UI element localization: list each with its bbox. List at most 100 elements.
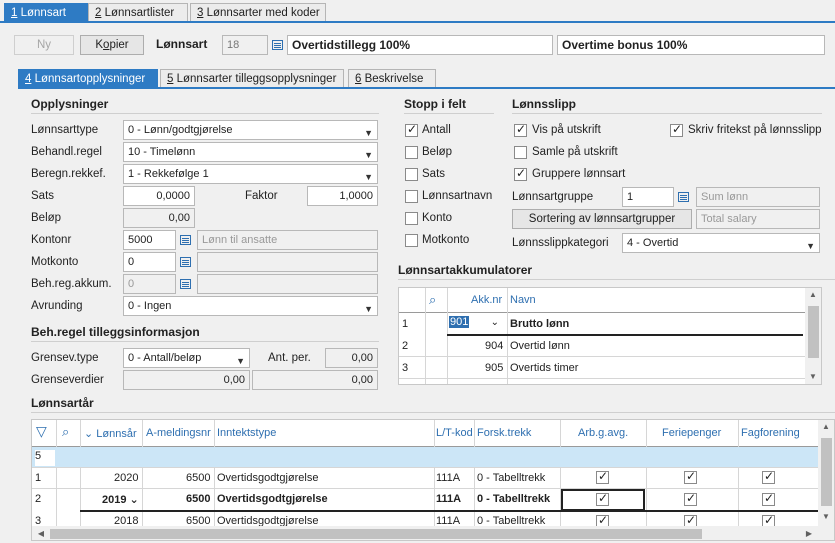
gruppe-field[interactable]: 1	[622, 187, 674, 207]
col-lonnsar[interactable]: ⌄ Lønnsår	[84, 427, 137, 440]
kontonr-lookup-icon[interactable]	[176, 230, 194, 250]
lonnsart-label: Lønnsart	[156, 37, 208, 51]
row-number: 2	[402, 340, 409, 352]
lt-cell: 111A	[436, 472, 461, 484]
scroll-thumb[interactable]	[50, 529, 702, 539]
attachment-icon[interactable]: ⌕	[62, 424, 69, 440]
stopp-lonnsartnavn-checkbox[interactable]	[405, 190, 418, 203]
scroll-thumb[interactable]	[821, 438, 832, 506]
feriepenger-checkbox[interactable]	[684, 491, 697, 506]
col-navn[interactable]: Navn	[510, 294, 536, 306]
scroll-down-icon[interactable]: ▼	[819, 512, 833, 521]
akk-nr: 905	[485, 362, 504, 374]
year-cell: 2020	[114, 472, 139, 484]
fagforening-checkbox[interactable]	[762, 469, 775, 484]
col-fagforening[interactable]: Fagforening	[741, 427, 800, 439]
scroll-thumb[interactable]	[808, 306, 819, 358]
lonnsart-id-field[interactable]: 18	[222, 35, 268, 55]
stopp-motkonto-checkbox[interactable]	[405, 234, 418, 247]
stopp-sats-checkbox[interactable]	[405, 168, 418, 181]
col-akknr[interactable]: Akk.nr	[471, 294, 502, 306]
tab-lonnsartopplysninger[interactable]: 4 Lønnsartopplysninger	[18, 69, 158, 88]
scroll-up-icon[interactable]: ▲	[806, 290, 820, 299]
motkonto-lookup-icon[interactable]	[176, 252, 194, 272]
stopp-konto-checkbox[interactable]	[405, 212, 418, 225]
col-arbg[interactable]: Arb.g.avg.	[578, 427, 628, 439]
akk-edit-cell[interactable]: 901 ⌄	[449, 316, 505, 332]
attachment-icon[interactable]: ⌕	[429, 292, 436, 308]
kategori-select[interactable]: 4 - Overtid ▼	[622, 233, 820, 253]
vis-checkbox[interactable]	[514, 122, 527, 137]
row-number: 1	[402, 318, 409, 330]
akkumulatorer-title: Lønnsartakkumulatorer	[398, 263, 533, 277]
lonnsartar-hscrollbar[interactable]: ◀ ▶	[32, 526, 834, 540]
copy-button[interactable]: Kopier	[80, 35, 144, 55]
filter-icon[interactable]: ▽	[36, 423, 47, 440]
kontonr-field[interactable]: 5000	[123, 230, 176, 250]
tab-lonnsart[interactable]: 1 Lønnsart	[4, 3, 88, 22]
stopp-divider	[404, 113, 494, 114]
akk-navn: Overtids timer	[510, 362, 579, 374]
grense2-field[interactable]: 0,00	[252, 370, 378, 390]
scroll-right-icon[interactable]: ▶	[802, 529, 816, 538]
forsk-cell: 0 - Tabelltrekk	[477, 472, 546, 484]
col-forsk[interactable]: Forsk.trekk	[477, 427, 531, 439]
gruppere-checkbox[interactable]	[514, 166, 527, 181]
stopp-belop-checkbox[interactable]	[405, 146, 418, 159]
feriepenger-checkbox[interactable]	[684, 469, 697, 484]
scroll-left-icon[interactable]: ◀	[34, 529, 48, 538]
tab-lonnsarter-tilleggsopplysninger[interactable]: 5 Lønnsarter tilleggsopplysninger	[160, 69, 344, 88]
arbg-checkbox[interactable]	[596, 491, 609, 506]
lonnsart-name-en-field[interactable]: Overtime bonus 100%	[557, 35, 825, 55]
behreg-lookup-icon[interactable]	[176, 274, 194, 294]
col-inntektstype[interactable]: Inntektstype	[217, 427, 276, 439]
tab-lonnsarter-med-koder[interactable]: 3 Lønnsarter med koder	[190, 3, 326, 22]
arbg-checkbox[interactable]	[596, 469, 609, 484]
new-row[interactable]	[32, 447, 818, 467]
lonnsart-lookup-icon[interactable]	[268, 35, 286, 55]
row-number: 2	[35, 493, 42, 505]
antper-field[interactable]: 0,00	[325, 348, 378, 368]
chevron-down-icon: ▼	[364, 128, 373, 138]
scroll-up-icon[interactable]: ▲	[819, 422, 833, 431]
fagforening-checkbox[interactable]	[762, 491, 775, 506]
faktor-field[interactable]: 1,0000	[307, 186, 378, 206]
grenseverdier-label: Grenseverdier	[31, 374, 104, 386]
lonnsartar-vscrollbar[interactable]: ▲ ▼	[818, 420, 834, 526]
stopp-antall-checkbox[interactable]	[405, 122, 418, 137]
scroll-down-icon[interactable]: ▼	[806, 372, 820, 381]
lt-cell: 111A	[436, 493, 462, 505]
chevron-down-icon: ▼	[236, 356, 245, 366]
samle-checkbox[interactable]	[514, 146, 527, 159]
behreg-field[interactable]: 0	[123, 274, 176, 294]
chevron-down-icon: ⌄	[129, 494, 139, 506]
grense1-field[interactable]: 0,00	[123, 370, 250, 390]
akkumulatorer-grid: ⌕ Akk.nr Navn 1 901 ⌄ Brutto lønn 2 904 …	[398, 287, 822, 385]
sortering-button[interactable]: Sortering av lønnsartgrupper	[512, 209, 692, 229]
samle-label: Samle på utskrift	[532, 146, 618, 158]
stopp-belop-label: Beløp	[422, 146, 453, 158]
sats-field[interactable]: 0,0000	[123, 186, 195, 206]
lonnsart-name-no-field[interactable]: Overtidstillegg 100%	[287, 35, 553, 55]
chevron-down-icon: ▼	[364, 304, 373, 314]
col-amelding[interactable]: A-meldingsnr	[146, 427, 211, 439]
grensev-select[interactable]: 0 - Antall/beløp ▼	[123, 348, 250, 368]
belop-label: Beløp	[31, 212, 62, 224]
vis-label: Vis på utskrift	[532, 124, 601, 136]
gruppe-lookup-icon[interactable]	[674, 187, 692, 207]
skriv-fritekst-checkbox[interactable]	[670, 122, 683, 137]
col-feriepenger[interactable]: Feriepenger	[662, 427, 721, 439]
motkonto-desc-field	[197, 252, 378, 272]
tab-lonnsartlister[interactable]: 2 Lønnsartlister	[88, 3, 188, 22]
tab-beskrivelse[interactable]: 6 Beskrivelse	[348, 69, 436, 88]
belop-field[interactable]: 0,00	[123, 208, 195, 228]
beregn-select[interactable]: 1 - Rekkefølge 1 ▼	[123, 164, 378, 184]
stopp-sats-label: Sats	[422, 168, 446, 180]
motkonto-field[interactable]: 0	[123, 252, 176, 272]
avrunding-select[interactable]: 0 - Ingen ▼	[123, 296, 378, 316]
new-button[interactable]: Ny	[14, 35, 74, 55]
akkumulatorer-scrollbar[interactable]: ▲ ▼	[805, 288, 821, 384]
behandl-select[interactable]: 10 - Timelønn ▼	[123, 142, 378, 162]
col-ltkod[interactable]: L/T-kod	[436, 427, 473, 439]
lonnsarttype-select[interactable]: 0 - Lønn/godtgjørelse ▼	[123, 120, 378, 140]
